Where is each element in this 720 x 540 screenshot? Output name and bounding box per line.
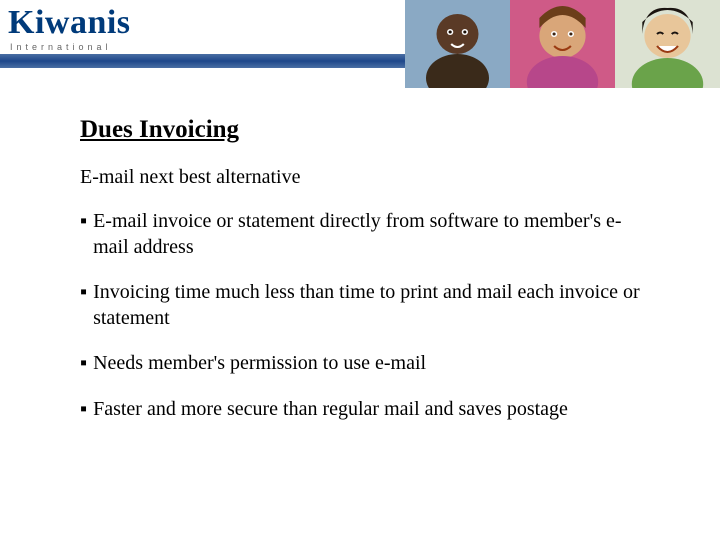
slide-content: Dues Invoicing E-mail next best alternat…	[0, 88, 720, 423]
bullet-marker-icon: ▪	[80, 280, 87, 331]
bullet-text: Faster and more secure than regular mail…	[93, 397, 650, 423]
bullet-marker-icon: ▪	[80, 397, 87, 423]
bullet-item: ▪ Needs member's permission to use e-mai…	[80, 351, 650, 377]
header-accent-bar	[0, 54, 405, 68]
bullet-text: Invoicing time much less than time to pr…	[93, 280, 650, 331]
slide-subtitle: E-mail next best alternative	[80, 166, 650, 189]
bullet-item: ▪ Faster and more secure than regular ma…	[80, 397, 650, 423]
slide-header: Kiwanis International	[0, 0, 720, 88]
bullet-item: ▪ Invoicing time much less than time to …	[80, 280, 650, 331]
bullet-marker-icon: ▪	[80, 209, 87, 260]
bullet-marker-icon: ▪	[80, 351, 87, 377]
header-photo-2	[510, 0, 615, 88]
header-photo-1	[405, 0, 510, 88]
header-photo-strip	[405, 0, 720, 88]
header-photo-3	[615, 0, 720, 88]
bullet-text: E-mail invoice or statement directly fro…	[93, 209, 650, 260]
bullet-text: Needs member's permission to use e-mail	[93, 351, 650, 377]
logo-wordmark: Kiwanis	[8, 6, 131, 40]
bullet-list: ▪ E-mail invoice or statement directly f…	[80, 209, 650, 423]
bullet-item: ▪ E-mail invoice or statement directly f…	[80, 209, 650, 260]
logo-subtext: International	[10, 42, 131, 52]
logo: Kiwanis International	[8, 6, 131, 52]
slide-title: Dues Invoicing	[80, 116, 650, 144]
